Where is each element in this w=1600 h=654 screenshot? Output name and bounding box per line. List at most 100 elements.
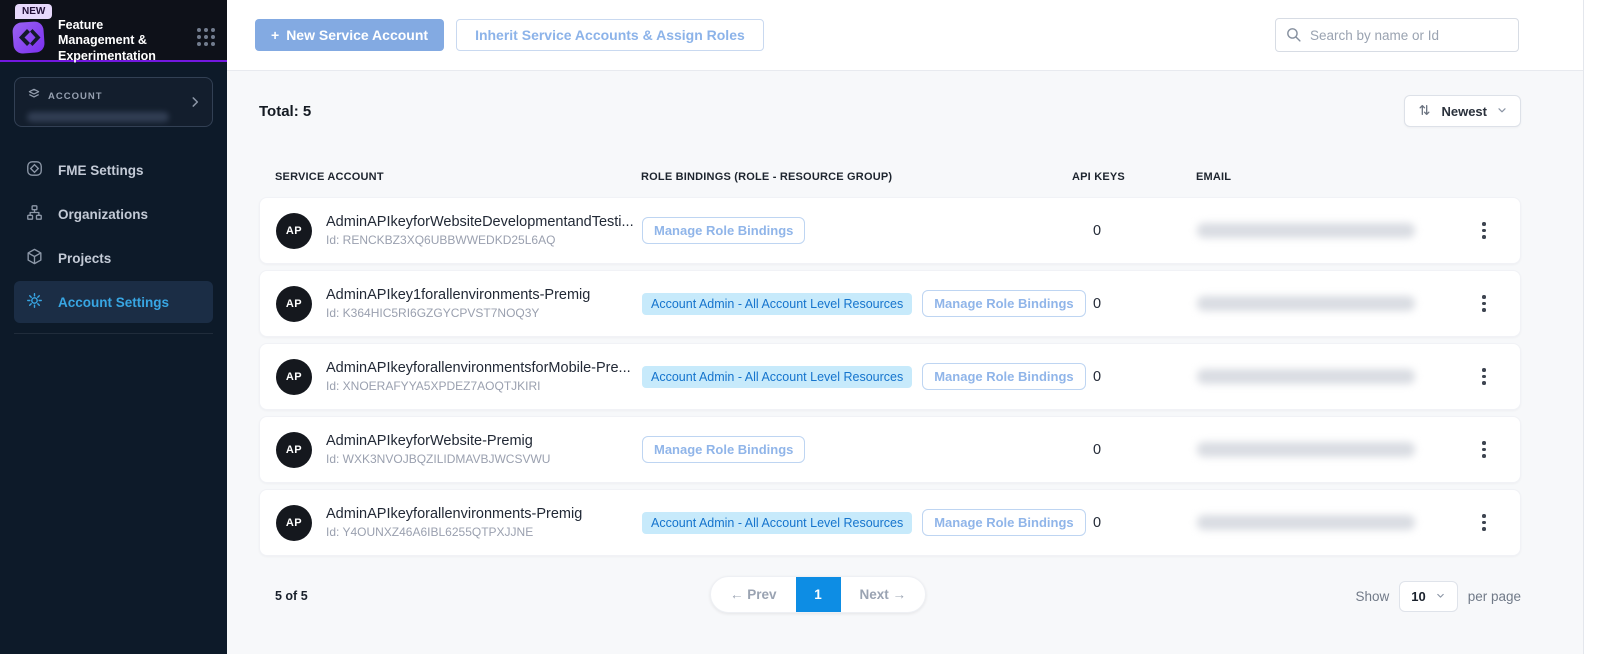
new-service-account-button[interactable]: + New Service Account	[255, 19, 444, 51]
service-account-cell: AP AdminAPIkeyforallenvironments-Premig …	[276, 505, 642, 541]
nav-divider	[14, 333, 213, 334]
service-account-id: Id: XNOERAFYYA5XPDEZ7AOQTJKIRI	[326, 379, 631, 393]
page-size-group: Show 10 per page	[1355, 581, 1521, 612]
manage-role-bindings-button[interactable]: Manage Role Bindings	[922, 363, 1085, 390]
avatar: AP	[276, 213, 312, 249]
email-redacted	[1197, 442, 1415, 457]
fme-logo-icon	[25, 159, 44, 181]
role-bindings-cell: Account Admin - All Account Level Resour…	[642, 436, 1073, 463]
apps-grid-icon[interactable]	[197, 28, 215, 46]
col-service-account: SERVICE ACCOUNT	[275, 171, 641, 183]
role-bindings-cell: Account Admin - All Account Level Resour…	[642, 363, 1073, 390]
chevron-down-icon	[1435, 589, 1446, 604]
sidebar-item-label: FME Settings	[58, 163, 144, 178]
service-account-name: AdminAPIkey1forallenvironments-Premig	[326, 287, 590, 303]
kebab-menu-icon[interactable]	[1464, 510, 1504, 535]
kebab-menu-icon[interactable]	[1464, 364, 1504, 389]
content: Total: 5 Newest SERVICE ACCOUNT ROLE BIN…	[227, 71, 1583, 654]
org-chart-icon	[25, 203, 44, 225]
page-size-select[interactable]: 10	[1399, 581, 1457, 612]
service-account-id: Id: Y4OUNXZ46A6IBL6255QTPXJJNE	[326, 525, 582, 539]
sidebar-item-projects[interactable]: Projects	[14, 237, 213, 279]
gear-icon	[25, 291, 44, 313]
sidebar-item-fme-settings[interactable]: FME Settings	[14, 149, 213, 191]
pagination-count: 5 of 5	[259, 589, 308, 603]
show-label: Show	[1355, 589, 1389, 604]
sidebar-item-account-settings[interactable]: Account Settings	[14, 281, 213, 323]
total-count: Total: 5	[259, 103, 311, 120]
account-label: ACCOUNT	[48, 91, 103, 102]
avatar: AP	[276, 505, 312, 541]
service-account-name: AdminAPIkeyforallenvironmentsforMobile-P…	[326, 360, 631, 376]
sidebar: NEW Feature Management & Experimentation	[0, 0, 227, 654]
avatar: AP	[276, 432, 312, 468]
service-account-name: AdminAPIkeyforWebsite-Premig	[326, 433, 550, 449]
sort-arrows-icon	[1417, 102, 1432, 121]
main-area: + New Service Account Inherit Service Ac…	[227, 0, 1600, 654]
email-redacted	[1197, 223, 1415, 238]
account-switcher[interactable]: ACCOUNT	[14, 77, 213, 127]
service-account-cell: AP AdminAPIkeyforWebsiteDevelopmentandTe…	[276, 213, 642, 249]
account-name-redacted	[27, 112, 169, 122]
email-cell	[1197, 515, 1464, 530]
service-account-cell: AP AdminAPIkeyforallenvironmentsforMobil…	[276, 359, 642, 395]
role-binding-badge: Account Admin - All Account Level Resour…	[642, 512, 912, 534]
role-bindings-cell: Account Admin - All Account Level Resour…	[642, 290, 1073, 317]
email-cell	[1197, 296, 1464, 311]
sidebar-item-label: Account Settings	[58, 295, 169, 310]
service-account-id: Id: WXK3NVOJBQZILIDMAVBJWCSVWU	[326, 452, 550, 466]
table-row: AP AdminAPIkey1forallenvironments-Premig…	[259, 270, 1521, 337]
layers-icon	[27, 87, 41, 106]
kebab-menu-icon[interactable]	[1464, 437, 1504, 462]
prev-page-button[interactable]: ← Prev	[711, 577, 796, 612]
kebab-menu-icon[interactable]	[1464, 218, 1504, 243]
col-api-keys: API KEYS	[1072, 171, 1196, 183]
pagination: 5 of 5 ← Prev 1 Next → Show 10 per page	[259, 576, 1521, 616]
product-title: Feature Management & Experimentation	[58, 18, 176, 64]
toolbar: + New Service Account Inherit Service Ac…	[227, 0, 1583, 71]
new-badge: NEW	[15, 4, 52, 19]
role-binding-badge: Account Admin - All Account Level Resour…	[642, 293, 912, 315]
service-account-cell: AP AdminAPIkey1forallenvironments-Premig…	[276, 286, 642, 322]
role-binding-badge: Account Admin - All Account Level Resour…	[642, 366, 912, 388]
sidebar-item-label: Projects	[58, 251, 111, 266]
role-bindings-cell: Account Admin - All Account Level Resour…	[642, 509, 1073, 536]
table-row: AP AdminAPIkeyforWebsiteDevelopmentandTe…	[259, 197, 1521, 264]
kebab-menu-icon[interactable]	[1464, 291, 1504, 316]
table-header: SERVICE ACCOUNT ROLE BINDINGS (ROLE - RE…	[259, 171, 1521, 183]
service-accounts-page: NEW Feature Management & Experimentation	[0, 0, 1600, 654]
page-1-button[interactable]: 1	[796, 577, 841, 612]
email-redacted	[1197, 296, 1415, 311]
api-keys-count: 0	[1073, 369, 1197, 385]
service-account-cell: AP AdminAPIkeyforWebsite-Premig Id: WXK3…	[276, 432, 642, 468]
chevron-down-icon	[1496, 104, 1508, 119]
sidebar-header: NEW Feature Management & Experimentation	[0, 0, 227, 62]
service-account-name: AdminAPIkeyforWebsiteDevelopmentandTesti…	[326, 214, 634, 230]
product-logo-icon	[10, 18, 48, 56]
service-account-id: Id: K364HIC5RI6GZGYCPVST7NOQ3Y	[326, 306, 590, 320]
plus-icon: +	[271, 27, 279, 43]
inherit-service-accounts-button[interactable]: Inherit Service Accounts & Assign Roles	[456, 19, 764, 51]
role-bindings-cell: Account Admin - All Account Level Resour…	[642, 217, 1073, 244]
sidebar-item-organizations[interactable]: Organizations	[14, 193, 213, 235]
manage-role-bindings-button[interactable]: Manage Role Bindings	[922, 290, 1085, 317]
scrollbar-track[interactable]	[1583, 0, 1600, 654]
pagination-pill: ← Prev 1 Next →	[710, 576, 926, 613]
email-redacted	[1197, 369, 1415, 384]
search-box	[1275, 18, 1519, 52]
table-body: AP AdminAPIkeyforWebsiteDevelopmentandTe…	[259, 197, 1521, 556]
search-input[interactable]	[1275, 18, 1519, 52]
cube-icon	[25, 247, 44, 269]
service-account-id: Id: RENCKBZ3XQ6UBBWWEDKD25L6AQ	[326, 233, 634, 247]
col-email: EMAIL	[1196, 171, 1465, 183]
email-cell	[1197, 223, 1464, 238]
sort-dropdown[interactable]: Newest	[1404, 95, 1521, 127]
manage-role-bindings-button[interactable]: Manage Role Bindings	[642, 217, 805, 244]
api-keys-count: 0	[1073, 515, 1197, 531]
manage-role-bindings-button[interactable]: Manage Role Bindings	[922, 509, 1085, 536]
manage-role-bindings-button[interactable]: Manage Role Bindings	[642, 436, 805, 463]
table-row: AP AdminAPIkeyforallenvironmentsforMobil…	[259, 343, 1521, 410]
email-redacted	[1197, 515, 1415, 530]
api-keys-count: 0	[1073, 223, 1197, 239]
next-page-button[interactable]: Next →	[841, 577, 926, 612]
